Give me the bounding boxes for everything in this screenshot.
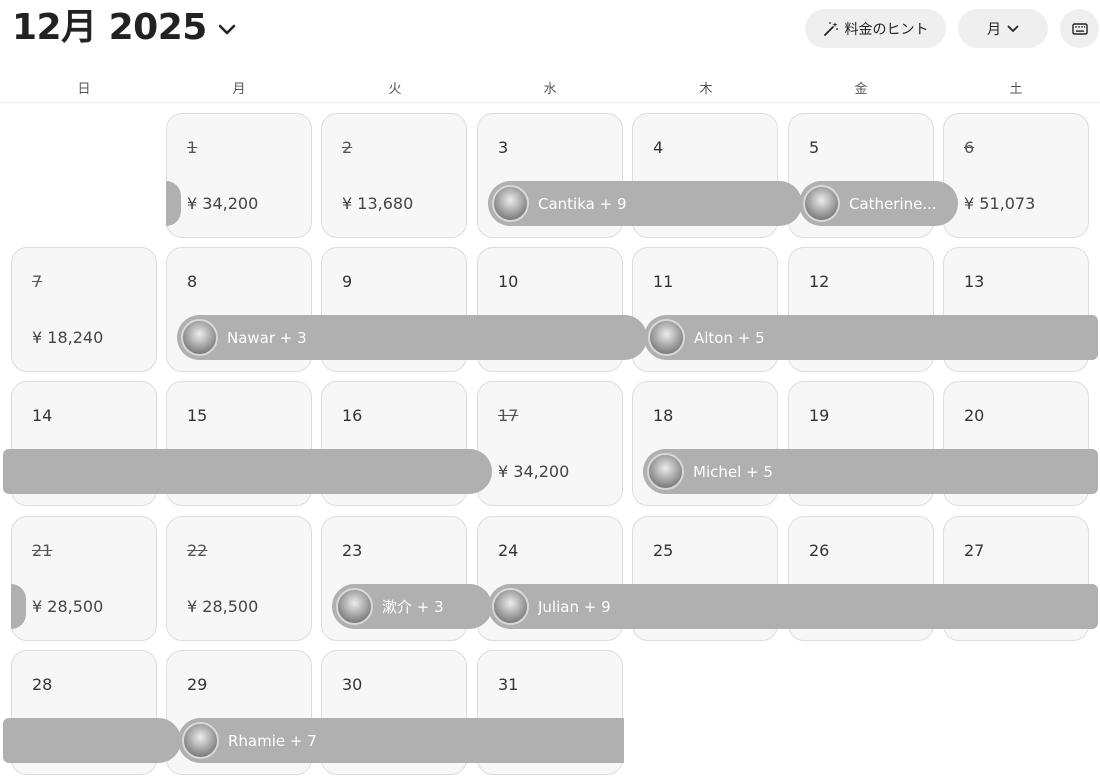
reservation-bar[interactable] [3,449,492,494]
guest-avatar [181,319,218,356]
weekday-label: 木 [699,82,713,97]
day-number: 9 [342,272,353,291]
day-number: 7 [32,272,43,291]
reservation-bar[interactable] [3,718,181,763]
day-number: 19 [809,406,830,425]
day-number: 16 [342,406,363,425]
day-number: 12 [809,272,830,291]
month-title: 12月 2025 [12,7,207,48]
guest-name: 漱介 + 3 [382,598,444,616]
reservation-bar[interactable]: Alton + 5 [644,315,1098,360]
day-number: 24 [498,541,519,560]
view-mode-select[interactable]: 月 [958,9,1048,48]
nightly-price: ¥ 18,240 [32,328,104,347]
day-cell[interactable]: 7 ¥ 18,240 [11,247,157,372]
day-number: 27 [964,541,985,560]
guest-name: Nawar + 3 [227,328,307,347]
guest-avatar [647,453,684,490]
day-number: 21 [32,541,53,560]
day-cell[interactable]: 1 ¥ 34,200 [166,113,312,238]
keyboard-shortcuts-button[interactable] [1060,9,1099,48]
day-number: 20 [964,406,985,425]
pricing-tips-button[interactable]: 料金のヒント [805,9,946,48]
weekday-label: 土 [1009,82,1023,97]
nightly-price: ¥ 13,680 [342,194,414,213]
day-number: 4 [653,138,664,157]
guest-name: Cantika + 9 [538,194,627,213]
day-cell[interactable]: 6 ¥ 51,073 [943,113,1089,238]
day-number: 11 [653,272,674,291]
reservation-bar[interactable]: Nawar + 3 [177,315,647,360]
guest-name: Catherine... [849,194,937,213]
nightly-price: ¥ 34,200 [498,462,570,481]
weekday-label: 金 [854,82,868,97]
day-number: 28 [32,675,53,694]
weekday-label: 水 [543,82,557,97]
guest-avatar [492,588,529,625]
day-cell[interactable]: 17 ¥ 34,200 [477,381,623,506]
day-number: 25 [653,541,674,560]
guest-avatar [492,185,529,222]
day-number: 14 [32,406,53,425]
day-number: 13 [964,272,985,291]
chevron-down-icon [1007,25,1019,32]
guest-name: Rhamie + 7 [228,731,317,750]
day-number: 22 [187,541,208,560]
month-selector[interactable]: 12月 2025 [12,6,237,50]
day-number: 2 [342,138,353,157]
header-divider [0,102,1100,103]
nightly-price: ¥ 28,500 [187,597,259,616]
pricing-tips-label: 料金のヒント [844,21,929,38]
day-number: 29 [187,675,208,694]
day-number: 17 [498,406,519,425]
guest-avatar [648,319,685,356]
reservation-bar[interactable]: Catherine... [799,181,958,226]
nightly-price: ¥ 51,073 [964,194,1036,213]
day-number: 3 [498,138,509,157]
magic-wand-icon [823,21,838,36]
day-cell[interactable]: 21 ¥ 28,500 [11,516,157,641]
day-number: 18 [653,406,674,425]
reservation-bar[interactable]: Rhamie + 7 [178,718,624,763]
day-number: 31 [498,675,519,694]
reservation-bar[interactable]: Cantika + 9 [488,181,802,226]
guest-avatar [803,185,840,222]
day-number: 30 [342,675,363,694]
day-cell[interactable]: 2 ¥ 13,680 [321,113,467,238]
reservation-bar[interactable]: Julian + 9 [488,584,1098,629]
weekday-label: 火 [388,82,402,97]
reservation-bar[interactable]: 漱介 + 3 [332,584,492,629]
day-number: 8 [187,272,198,291]
guest-avatar [336,588,373,625]
guest-avatar [182,722,219,759]
guest-name: Alton + 5 [694,328,765,347]
view-mode-label: 月 [987,21,1001,38]
day-number: 6 [964,138,975,157]
chevron-down-icon [218,24,236,35]
guest-name: Julian + 9 [538,597,611,616]
day-number: 5 [809,138,820,157]
keyboard-icon [1071,22,1088,35]
nightly-price: ¥ 34,200 [187,194,259,213]
day-number: 15 [187,406,208,425]
day-number: 1 [187,138,198,157]
day-cell[interactable]: 22 ¥ 28,500 [166,516,312,641]
day-number: 10 [498,272,519,291]
weekday-label: 月 [232,82,246,97]
calendar-page: 12月 2025 料金のヒント 月 日月火水木金土 1 ¥ 34,200 2 ¥… [0,0,1100,781]
day-number: 23 [342,541,363,560]
nightly-price: ¥ 28,500 [32,597,104,616]
reservation-bar[interactable]: Michel + 5 [643,449,1098,494]
day-number: 26 [809,541,830,560]
guest-name: Michel + 5 [693,462,773,481]
weekday-label: 日 [77,82,91,97]
